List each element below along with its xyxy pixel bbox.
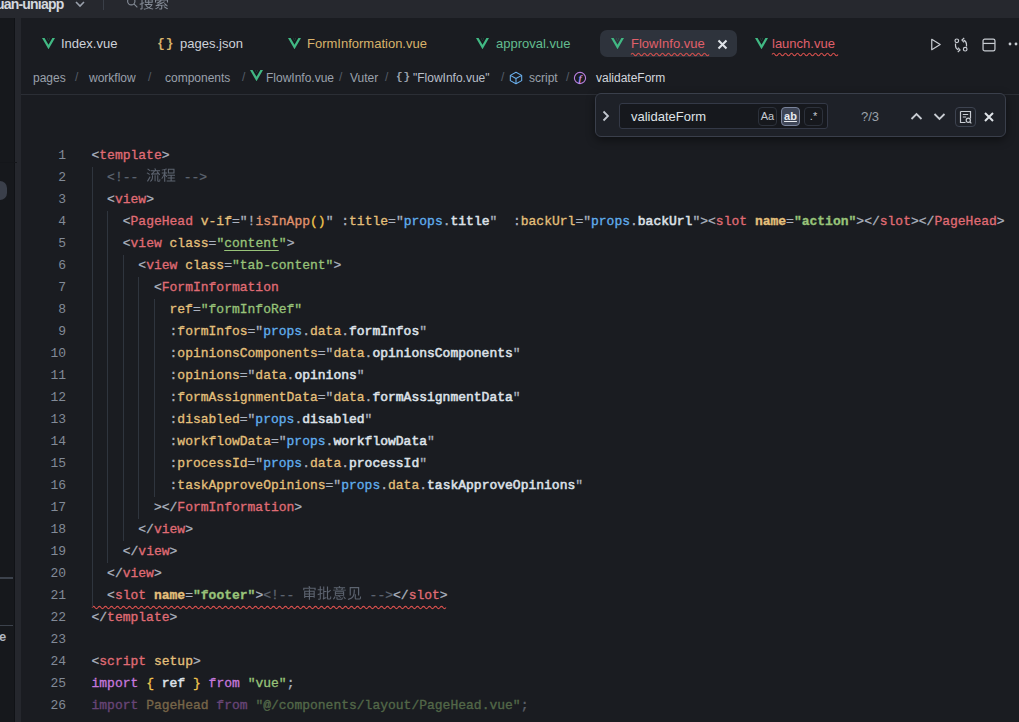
svg-text:f: f — [578, 73, 583, 84]
